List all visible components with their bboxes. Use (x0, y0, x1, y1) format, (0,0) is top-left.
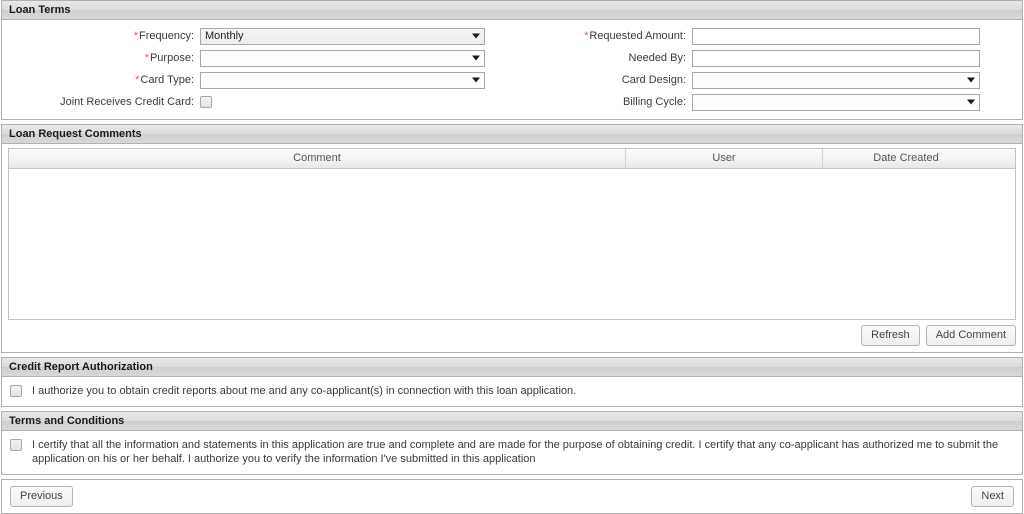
card-type-label: *Card Type: (135, 74, 194, 86)
field-row-card-design: Card Design: (512, 69, 1022, 91)
frequency-label: *Frequency: (133, 30, 194, 42)
field-row-billing-cycle: Billing Cycle: (512, 91, 1022, 113)
terms-and-conditions-body: I certify that all the information and s… (2, 431, 1022, 474)
column-header-user[interactable]: User (626, 149, 823, 168)
required-marker-icon: * (144, 52, 149, 64)
chevron-down-icon (967, 99, 975, 105)
loan-terms-right-column: *Requested Amount: Needed By: Card Desig… (512, 25, 1022, 113)
terms-and-conditions-checkbox[interactable] (10, 439, 22, 451)
loan-terms-body: *Frequency: Monthly *Purpose: *Card Type… (2, 20, 1022, 119)
field-row-requested-amount: *Requested Amount: (512, 25, 1022, 47)
previous-button[interactable]: Previous (10, 486, 73, 507)
chevron-down-icon (967, 77, 975, 83)
required-marker-icon: * (135, 74, 140, 86)
credit-report-authorization-body: I authorize you to obtain credit reports… (2, 377, 1022, 406)
purpose-label: *Purpose: (144, 52, 194, 64)
credit-authorization-text: I authorize you to obtain credit reports… (32, 385, 577, 397)
add-comment-button[interactable]: Add Comment (925, 325, 1016, 346)
required-marker-icon: * (584, 30, 589, 42)
loan-terms-header: Loan Terms (2, 1, 1022, 20)
comments-grid-body-empty (9, 169, 1015, 319)
loan-terms-left-column: *Frequency: Monthly *Purpose: *Card Type… (2, 25, 512, 113)
billing-cycle-label: Billing Cycle: (623, 96, 686, 108)
credit-report-authorization-header: Credit Report Authorization (2, 358, 1022, 377)
loan-request-comments-panel: Loan Request Comments Comment User Date … (1, 124, 1023, 353)
frequency-select[interactable]: Monthly (200, 27, 485, 45)
card-design-select[interactable] (692, 71, 980, 89)
needed-by-input[interactable] (692, 49, 980, 67)
field-row-joint-receives-credit-card: Joint Receives Credit Card: (2, 91, 512, 113)
wizard-footer: Previous Next (1, 479, 1023, 514)
refresh-button[interactable]: Refresh (861, 325, 920, 346)
next-button[interactable]: Next (971, 486, 1014, 507)
comments-toolbar: Refresh Add Comment (2, 320, 1022, 352)
required-marker-icon: * (133, 30, 138, 42)
terms-and-conditions-panel: Terms and Conditions I certify that all … (1, 411, 1023, 475)
field-row-purpose: *Purpose: (2, 47, 512, 69)
field-row-card-type: *Card Type: (2, 69, 512, 91)
column-header-date-created[interactable]: Date Created (823, 149, 989, 168)
loan-request-comments-header: Loan Request Comments (2, 125, 1022, 144)
terms-and-conditions-text: I certify that all the information and s… (32, 439, 999, 465)
terms-and-conditions-header: Terms and Conditions (2, 412, 1022, 431)
loan-terms-panel: Loan Terms *Frequency: Monthly *Purpose: (1, 0, 1023, 120)
card-design-label: Card Design: (621, 74, 686, 86)
loan-request-comments-body: Comment User Date Created Refresh Add Co… (2, 148, 1022, 352)
column-header-comment[interactable]: Comment (9, 149, 626, 168)
credit-authorization-checkbox[interactable] (10, 385, 22, 397)
frequency-value: Monthly (205, 29, 244, 42)
card-type-select[interactable] (200, 71, 485, 89)
terms-consent-row: I certify that all the information and s… (2, 431, 1022, 474)
credit-authorization-consent-row: I authorize you to obtain credit reports… (2, 377, 1022, 406)
chevron-down-icon (472, 55, 480, 61)
comments-grid: Comment User Date Created (8, 148, 1016, 320)
credit-report-authorization-panel: Credit Report Authorization I authorize … (1, 357, 1023, 407)
billing-cycle-select[interactable] (692, 93, 980, 111)
chevron-down-icon (472, 77, 480, 83)
requested-amount-label: *Requested Amount: (584, 30, 686, 42)
chevron-down-icon (472, 33, 480, 39)
needed-by-label: Needed By: (628, 52, 686, 64)
joint-receives-credit-card-checkbox[interactable] (200, 96, 212, 108)
field-row-needed-by: Needed By: (512, 47, 1022, 69)
joint-receives-credit-card-label: Joint Receives Credit Card: (60, 96, 194, 108)
requested-amount-input[interactable] (692, 27, 980, 45)
purpose-select[interactable] (200, 49, 485, 67)
comments-grid-header-row: Comment User Date Created (9, 149, 1015, 169)
field-row-frequency: *Frequency: Monthly (2, 25, 512, 47)
